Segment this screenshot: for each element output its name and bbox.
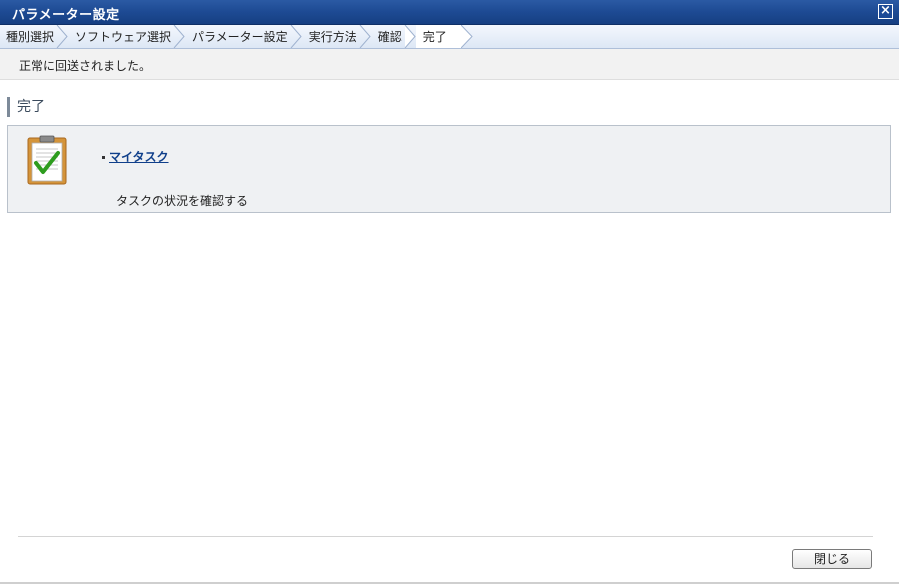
step-label: 種別選択 [6, 30, 55, 44]
step-label: 実行方法 [308, 30, 357, 44]
chevron-right-icon [56, 25, 68, 48]
step-label: 確認 [377, 30, 402, 44]
step-type-select: 種別選択 [0, 25, 68, 48]
step-breadcrumb: 種別選択 ソフトウェア選択 パラメーター設定 実行方法 確認 完了 [0, 25, 899, 49]
close-button[interactable]: 閉じる [792, 549, 872, 569]
bullet-icon [102, 156, 105, 159]
title-bar: パラメーター設定 × [0, 0, 899, 25]
chevron-right-icon [359, 25, 371, 48]
chevron-right-icon [460, 25, 473, 48]
close-icon[interactable]: × [878, 4, 893, 19]
section-heading: 完了 [7, 97, 45, 117]
step-label: ソフトウェア選択 [75, 30, 172, 44]
step-label: 完了 [422, 30, 447, 44]
step-execution-method: 実行方法 [302, 25, 371, 48]
clipboard-check-icon [27, 135, 67, 185]
step-complete: 完了 [415, 25, 473, 48]
footer-divider [18, 536, 873, 537]
chevron-right-icon [290, 25, 302, 48]
step-parameter-settings: パラメーター設定 [185, 25, 302, 48]
status-message-bar: 正常に回送されました。 [0, 49, 899, 80]
step-label: パラメーター設定 [192, 30, 288, 44]
dialog-window: パラメーター設定 × 種別選択 ソフトウェア選択 パラメーター設定 実行方法 確… [0, 0, 899, 584]
window-title: パラメーター設定 [12, 8, 120, 23]
step-software-select: ソフトウェア選択 [68, 25, 185, 48]
task-link-description: タスクの状況を確認する [116, 194, 249, 208]
task-link-row: マイタスク [102, 148, 169, 165]
my-task-link[interactable]: マイタスク [109, 150, 169, 164]
step-confirm: 確認 [371, 25, 416, 48]
status-message: 正常に回送されました。 [19, 59, 152, 73]
chevron-right-icon [173, 25, 185, 48]
result-panel: マイタスク タスクの状況を確認する [7, 125, 891, 213]
chevron-right-icon [404, 25, 416, 48]
